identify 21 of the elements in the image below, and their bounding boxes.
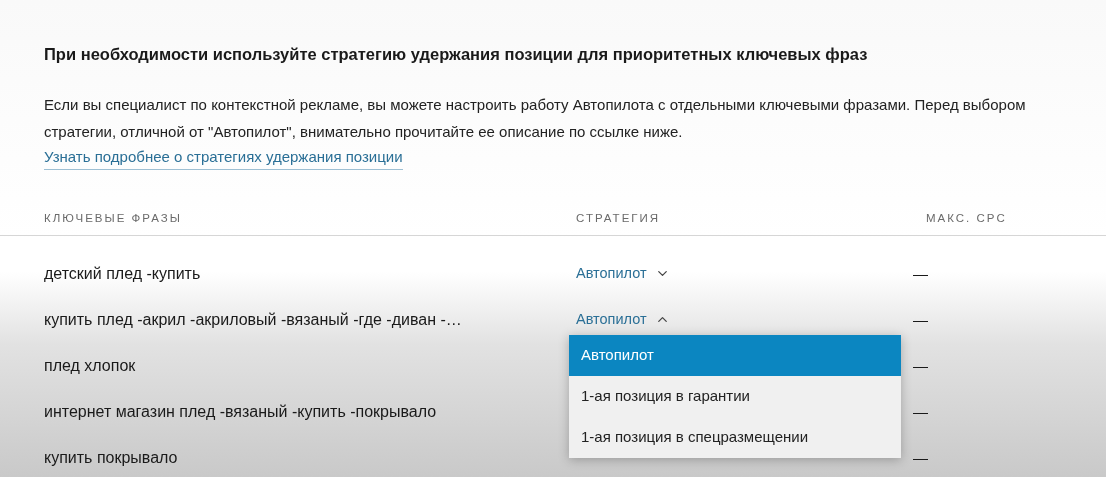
keyword-phrase: плед хлопок [44, 356, 136, 374]
max-cpc-value: — [913, 310, 928, 328]
learn-more-link[interactable]: Узнать подробнее о стратегиях удержания позиции [44, 144, 403, 170]
strategy-dropdown[interactable]: Автопилот [576, 308, 670, 331]
keyword-phrase: купить покрывало [44, 448, 178, 466]
column-header: СТРАТЕГИЯ [576, 211, 661, 224]
keyword-phrase: купить плед -акрил -акриловый -вязаный -где -диван -… [44, 310, 462, 328]
description-text: Если вы специалист по контекстной рекламе, вы можете настроить работу Автопилота с отдельными ключевыми фразами. Перед выбором стратегии, отличной от "Автопилот", внимательно прочитайте ее описание по ссылке ниже. [44, 94, 1027, 142]
strategy-option[interactable]: 1-ая позиция в гарантии [569, 375, 901, 417]
strategy-option[interactable]: 1-ая позиция в спецразмещении [569, 416, 901, 458]
max-cpc-value: — [913, 448, 928, 466]
keyword-phrase: интернет магазин плед -вязаный -купить -покрывало [44, 402, 437, 420]
column-header: МАКС. CPC [926, 211, 1007, 224]
keyword-phrase: детский плед -купить [44, 264, 201, 282]
strategy-dropdown[interactable]: Автопилот [576, 262, 670, 285]
section-title: При необходимости используйте стратегию удержания позиции для приоритетных ключевых фраз [44, 44, 869, 65]
strategy-option[interactable]: Автопилот [569, 334, 901, 376]
max-cpc-value: — [913, 356, 928, 374]
max-cpc-value: — [913, 402, 928, 420]
column-header: КЛЮЧЕВЫЕ ФРАЗЫ [44, 211, 182, 224]
max-cpc-value: — [913, 264, 928, 282]
